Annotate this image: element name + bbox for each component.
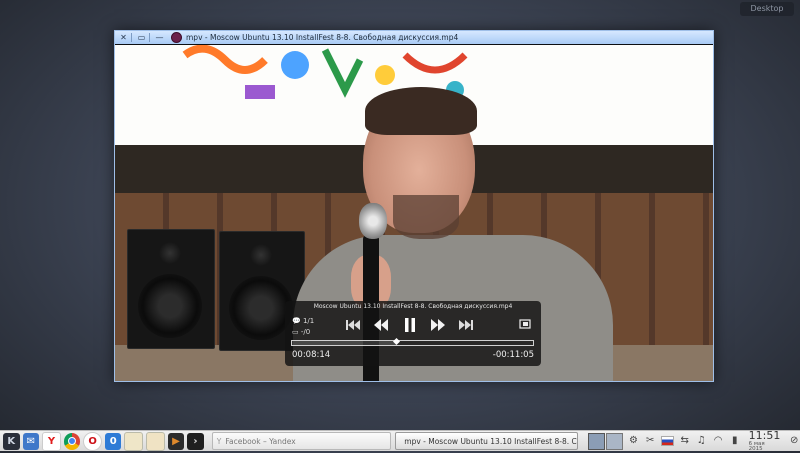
task-mpv[interactable]: mpv - Moscow Ubuntu 13.10 InstallFest 8-… xyxy=(395,432,578,450)
task-yandex[interactable]: Y Facebook – Yandex xyxy=(211,432,392,450)
desktop-2[interactable] xyxy=(605,432,623,450)
wifi-icon[interactable]: ◠ xyxy=(712,435,724,447)
fullscreen-icon xyxy=(519,319,531,329)
minimize-window-button[interactable]: — xyxy=(153,32,166,43)
subtitle-track-label: 1/1 xyxy=(302,317,315,325)
time-elapsed[interactable]: 00:08:14 xyxy=(292,350,330,360)
taskbar: K ✉ Y O 0 ▶ › Y Facebook – Yandex mpv - … xyxy=(0,430,800,453)
time-remaining[interactable]: -00:11:05 xyxy=(493,350,534,360)
volume-icon[interactable]: ♫ xyxy=(696,435,708,447)
previous-chapter-button[interactable] xyxy=(345,317,361,333)
rewind-icon xyxy=(374,319,388,331)
next-chapter-button[interactable] xyxy=(458,317,474,333)
seek-bar-progress xyxy=(292,341,396,345)
window-title: mpv - Moscow Ubuntu 13.10 InstallFest 8-… xyxy=(186,33,459,42)
fast-forward-button[interactable] xyxy=(430,317,446,333)
desktop-badge[interactable]: Desktop xyxy=(740,2,794,16)
microphone-head xyxy=(359,203,387,239)
subtitle-icon: 💬 xyxy=(292,317,301,325)
virtual-desktops[interactable] xyxy=(587,432,623,450)
mpv-icon xyxy=(171,32,182,43)
seek-bar[interactable] xyxy=(291,337,534,346)
speaker-person-beard xyxy=(393,195,459,239)
titlebar-divider xyxy=(131,33,132,42)
skip-next-icon xyxy=(459,320,473,330)
pause-icon xyxy=(405,318,415,332)
clock[interactable]: 11:51 6 мая 2015 xyxy=(749,430,781,453)
kde-menu-icon[interactable]: K xyxy=(3,432,20,450)
task-yandex-label: Facebook – Yandex xyxy=(225,436,296,446)
russian-flag-icon[interactable] xyxy=(661,436,674,446)
text-editor-icon[interactable]: 0 xyxy=(104,432,122,450)
clock-time: 11:51 xyxy=(748,428,781,442)
clock-date: 6 мая 2015 xyxy=(748,440,765,452)
speaker-woofer xyxy=(229,276,293,340)
clipboard-icon[interactable]: ✂ xyxy=(644,435,656,447)
desktop-1[interactable] xyxy=(587,432,605,450)
yandex-browser-icon[interactable]: Y xyxy=(42,431,61,451)
audio-track-icon: ▭ xyxy=(292,328,299,336)
window-titlebar[interactable]: ✕ ▭ — mpv - Moscow Ubuntu 13.10 InstallF… xyxy=(115,31,713,44)
audio-track-label: -/0 xyxy=(300,328,311,336)
speaker-person-hair xyxy=(365,87,477,135)
close-window-button[interactable]: ✕ xyxy=(117,32,130,43)
chrome-icon[interactable] xyxy=(63,432,81,450)
track-selectors: 💬 1/1 ▭ -/0 xyxy=(292,316,314,338)
speaker-tweeter xyxy=(159,242,181,264)
opera-icon[interactable]: O xyxy=(83,431,102,451)
notes-icon[interactable] xyxy=(124,431,144,451)
settings-icon[interactable]: ⚙ xyxy=(628,435,640,447)
network-icon[interactable]: ⇆ xyxy=(679,435,691,447)
titlebar-divider xyxy=(149,33,150,42)
speaker-tweeter xyxy=(250,244,272,266)
subtitle-track-button[interactable]: 💬 1/1 xyxy=(292,316,314,327)
maximize-window-button[interactable]: ▭ xyxy=(135,32,148,43)
fullscreen-button[interactable] xyxy=(519,318,531,330)
mpv-window: ✕ ▭ — mpv - Moscow Ubuntu 13.10 InstallF… xyxy=(114,30,714,382)
rewind-button[interactable] xyxy=(373,317,389,333)
mail-icon[interactable]: ✉ xyxy=(22,432,40,450)
logout-icon[interactable]: ⊘ xyxy=(788,435,800,447)
yandex-icon: Y xyxy=(216,436,222,446)
osc-filename[interactable]: Moscow Ubuntu 13.10 InstallFest 8-8. Сво… xyxy=(285,303,541,310)
files-icon[interactable] xyxy=(146,431,165,451)
speaker-left xyxy=(127,229,215,349)
skip-previous-icon xyxy=(346,320,360,330)
task-mpv-label: mpv - Moscow Ubuntu 13.10 InstallFest 8-… xyxy=(404,436,577,446)
media-player-icon[interactable]: ▶ xyxy=(167,432,185,450)
pause-button[interactable] xyxy=(402,317,418,333)
battery-icon[interactable]: ▮ xyxy=(729,435,741,447)
speaker-woofer xyxy=(138,274,202,338)
audio-track-button[interactable]: ▭ -/0 xyxy=(292,327,314,338)
player-controls: Moscow Ubuntu 13.10 InstallFest 8-8. Сво… xyxy=(285,301,541,366)
terminal-icon[interactable]: › xyxy=(187,432,204,450)
fast-forward-icon xyxy=(431,319,445,331)
video-frame[interactable]: Moscow Ubuntu 13.10 InstallFest 8-8. Сво… xyxy=(115,45,713,381)
